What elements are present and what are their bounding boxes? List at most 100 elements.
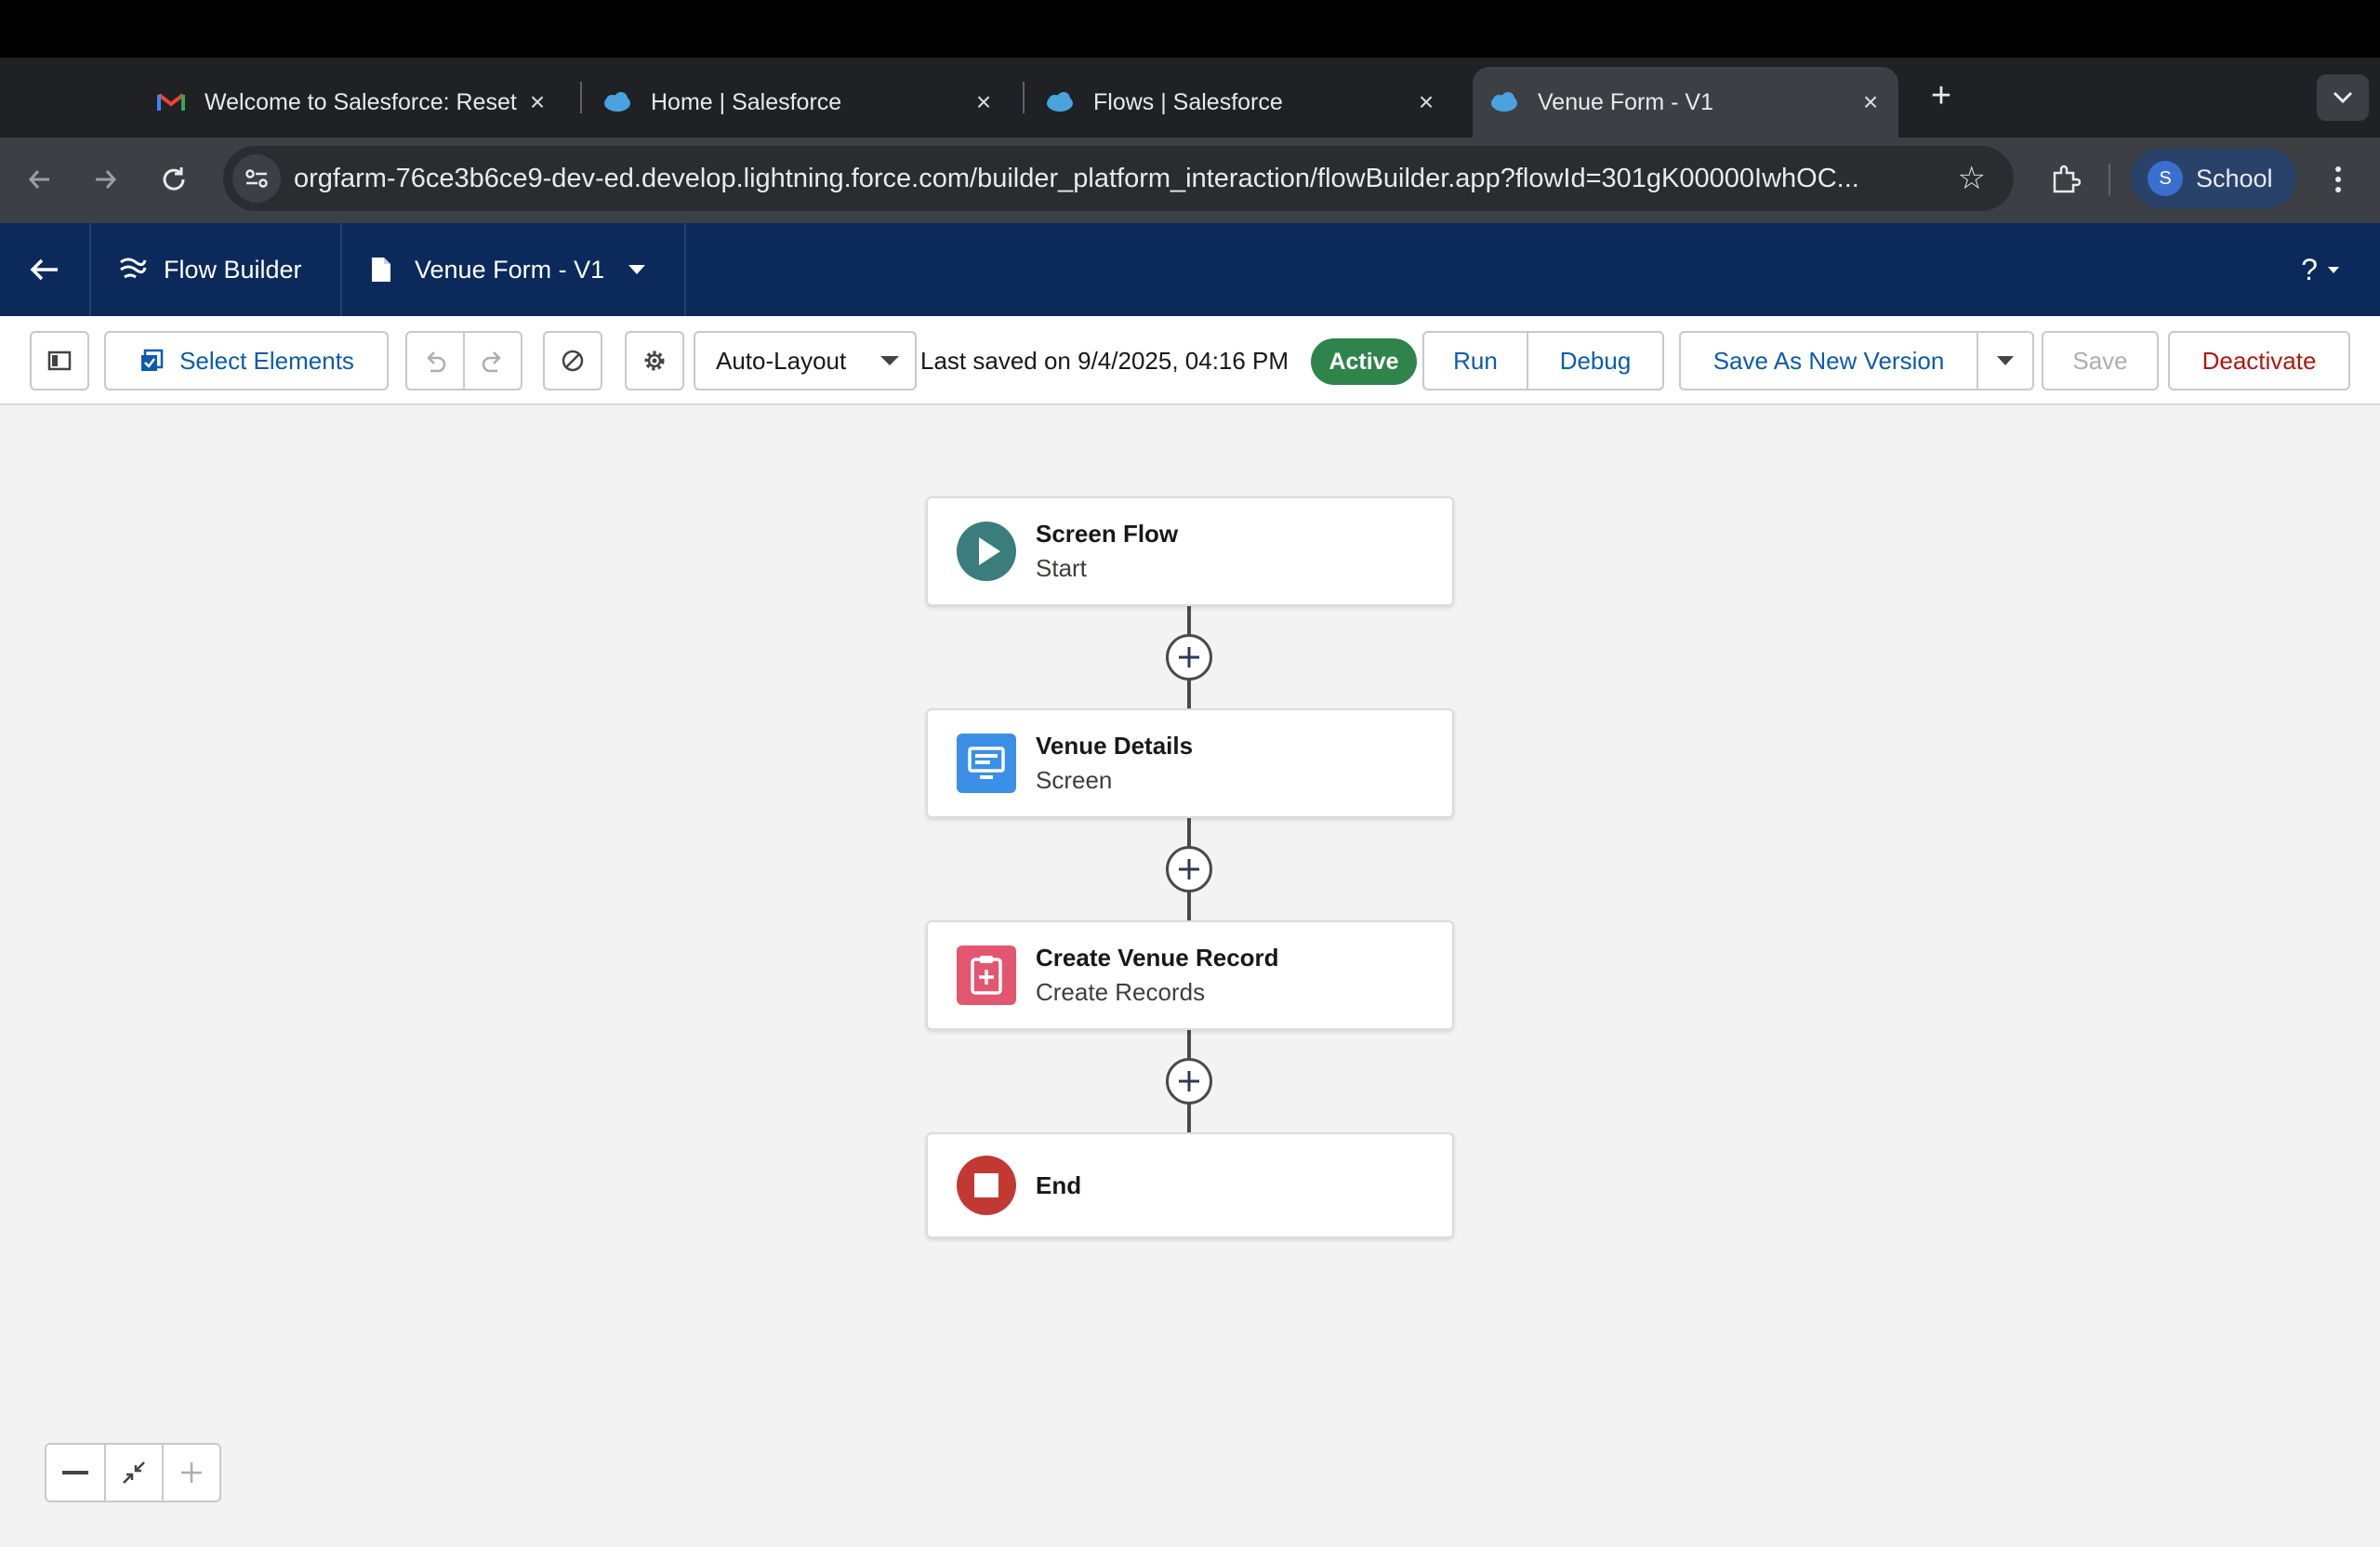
redo-button[interactable] (465, 333, 521, 389)
site-info-icon[interactable] (232, 154, 281, 203)
layout-mode-value: Auto-Layout (716, 346, 847, 375)
select-elements-button[interactable]: Select Elements (104, 331, 389, 390)
extensions-button[interactable] (2042, 156, 2088, 203)
select-elements-label: Select Elements (179, 346, 354, 375)
browser-menu-button[interactable] (2324, 156, 2352, 203)
flow-node-end[interactable]: End (926, 1132, 1454, 1238)
caret-down-icon (1997, 356, 2014, 365)
debug-button[interactable]: Debug (1528, 333, 1662, 389)
profile-name: School (2196, 164, 2273, 192)
flow-node-screen[interactable]: Venue Details Screen (926, 708, 1454, 818)
create-record-icon (956, 945, 1017, 1006)
browser-tab[interactable]: Welcome to Salesforce: Reset × (139, 67, 565, 138)
flow-name-menu[interactable]: Venue Form - V1 (342, 223, 684, 316)
flow-name-label: Venue Form - V1 (415, 255, 605, 284)
no-access-button[interactable] (543, 331, 602, 390)
settings-button[interactable] (625, 331, 684, 390)
close-tab-icon[interactable]: × (519, 87, 556, 117)
redo-icon (482, 351, 501, 373)
browser-tab[interactable]: Flows | Salesforce × (1028, 67, 1454, 138)
avatar: S (2148, 161, 2183, 196)
zoom-out-button[interactable] (46, 1445, 104, 1501)
app-name: Flow Builder (91, 223, 340, 316)
save-options-button[interactable] (1978, 333, 2032, 389)
help-menu-button[interactable]: ? (2283, 223, 2358, 316)
profile-button[interactable]: S School (2131, 149, 2296, 208)
toolbar-separator (2109, 164, 2110, 195)
new-tab-button[interactable]: + (1923, 76, 1960, 116)
fit-view-button[interactable] (104, 1445, 162, 1501)
arrow-left-icon (28, 170, 49, 189)
gear-icon (644, 350, 665, 371)
browser-tab-active[interactable]: Venue Form - V1 × (1473, 67, 1898, 138)
node-subtitle: Create Records (1036, 978, 1206, 1006)
arrow-left-icon (30, 258, 58, 281)
caret-down-icon (628, 265, 646, 274)
undo-icon (427, 351, 446, 373)
zoom-in-button[interactable] (162, 1445, 219, 1501)
header-divider (684, 223, 686, 316)
ban-icon (562, 350, 584, 372)
flow-builder-header: Flow Builder Venue Form - V1 ? (0, 223, 2380, 316)
toggle-panel-button[interactable] (30, 331, 89, 390)
node-subtitle: Start (1036, 554, 1087, 582)
url-text: orgfarm-76ce3b6ce9-dev-ed.develop.lightn… (294, 163, 1859, 193)
screen-icon (956, 733, 1017, 794)
tab-separator (1023, 82, 1025, 113)
close-tab-icon[interactable]: × (1852, 87, 1889, 117)
reload-icon (163, 167, 185, 191)
bookmark-star-icon[interactable]: ☆ (1958, 160, 1986, 197)
add-element-button[interactable] (1166, 1058, 1212, 1104)
flow-node-start[interactable]: Screen Flow Start (926, 496, 1454, 606)
add-element-button[interactable] (1166, 634, 1212, 681)
plus-icon (181, 1462, 202, 1483)
salesforce-cloud-icon (1489, 91, 1519, 113)
deactivate-button[interactable]: Deactivate (2168, 331, 2350, 390)
save-as-new-version-button[interactable]: Save As New Version (1681, 333, 1977, 389)
add-element-button[interactable] (1166, 846, 1212, 892)
run-button[interactable]: Run (1424, 333, 1527, 389)
caret-down-icon (2327, 267, 2339, 273)
flow-builder-icon (120, 258, 147, 279)
caret-down-icon (880, 356, 899, 365)
minus-icon (62, 1471, 88, 1474)
arrow-right-icon (96, 170, 117, 189)
save-button[interactable]: Save (2042, 331, 2159, 390)
stop-icon (956, 1155, 1017, 1216)
address-bar[interactable]: orgfarm-76ce3b6ce9-dev-ed.develop.lightn… (223, 146, 2014, 211)
run-debug-group: Run Debug (1422, 331, 1664, 390)
salesforce-cloud-icon (602, 91, 632, 113)
play-icon (956, 521, 1017, 582)
node-subtitle: Screen (1036, 766, 1113, 794)
node-title: Venue Details (1036, 732, 1194, 760)
tab-title: Home | Salesforce (651, 88, 842, 115)
save-as-new-group: Save As New Version (1679, 331, 2034, 390)
chevron-down-icon (2333, 91, 2353, 104)
contract-icon (123, 1461, 145, 1484)
close-tab-icon[interactable]: × (965, 87, 1002, 117)
flow-node-create-records[interactable]: Create Venue Record Create Records (926, 920, 1454, 1030)
plus-icon (1179, 647, 1199, 668)
tab-separator (580, 82, 582, 113)
gmail-icon (156, 91, 186, 113)
flow-toolbar: Select Elements Auto-Layout Last saved o… (0, 316, 2380, 405)
node-title: Screen Flow (1036, 520, 1179, 548)
puzzle-icon (2053, 165, 2081, 193)
back-button[interactable] (0, 223, 89, 316)
tab-title: Venue Form - V1 (1538, 88, 1713, 115)
undo-button[interactable] (407, 333, 463, 389)
salesforce-cloud-icon (1045, 91, 1075, 113)
reload-button[interactable] (151, 156, 197, 203)
layout-mode-select[interactable]: Auto-Layout (694, 331, 917, 390)
screen-top-bar (0, 0, 2380, 58)
browser-tab[interactable]: Home | Salesforce × (586, 67, 1012, 138)
close-tab-icon[interactable]: × (1408, 87, 1445, 117)
plus-icon (1179, 859, 1199, 879)
tab-search-button[interactable] (2317, 74, 2369, 121)
more-vertical-icon (2335, 166, 2341, 192)
app-name-label: Flow Builder (164, 255, 302, 284)
tab-title: Welcome to Salesforce: Reset (205, 88, 517, 115)
undo-redo-group (405, 331, 522, 390)
back-button[interactable] (17, 156, 63, 203)
forward-button[interactable] (82, 156, 128, 203)
